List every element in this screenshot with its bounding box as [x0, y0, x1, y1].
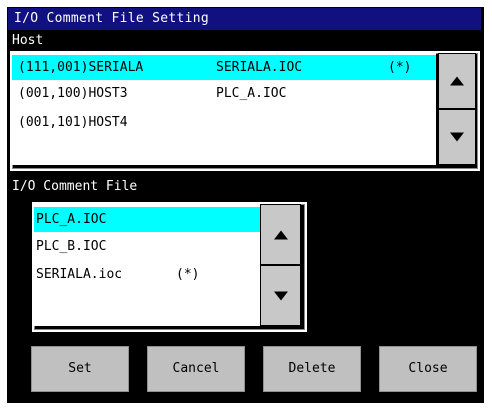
- host-row-address: (111,001)SERIALA: [18, 60, 144, 75]
- host-list: (111,001)SERIALA SERIALA.IOC (*) (001,10…: [10, 51, 480, 171]
- host-row-address: (001,101)HOST4: [18, 115, 128, 130]
- host-scroll-up-button[interactable]: [438, 53, 476, 109]
- arrow-down-icon: [273, 291, 288, 300]
- host-row-file: PLC_A.IOC: [216, 86, 287, 101]
- comment-file-list: PLC_A.IOC PLC_B.IOC SERIALA.ioc (*): [32, 202, 307, 332]
- comment-file-name: SERIALA.ioc: [36, 267, 123, 282]
- comment-file-label: I/O Comment File: [12, 179, 138, 194]
- comment-file-row[interactable]: PLC_A.IOC: [34, 207, 260, 232]
- set-button[interactable]: Set: [31, 346, 129, 392]
- delete-button[interactable]: Delete: [263, 346, 361, 392]
- comment-file-name: PLC_B.IOC: [36, 239, 107, 254]
- close-button[interactable]: Close: [379, 346, 477, 392]
- comment-file-row[interactable]: SERIALA.ioc (*): [34, 262, 260, 287]
- comment-file-list-content: PLC_A.IOC PLC_B.IOC SERIALA.ioc (*): [34, 204, 260, 326]
- arrow-up-icon: [273, 230, 288, 239]
- host-row-file: SERIALA.IOC: [216, 60, 303, 75]
- comment-file-scroll-down-button[interactable]: [260, 265, 301, 326]
- host-scroll-down-button[interactable]: [438, 109, 476, 165]
- cancel-button[interactable]: Cancel: [147, 346, 245, 392]
- dialog-title: I/O Comment File Setting: [8, 8, 481, 30]
- comment-file-mark: (*): [176, 267, 200, 282]
- host-row-mark: (*): [388, 60, 412, 75]
- host-row[interactable]: (111,001)SERIALA SERIALA.IOC (*): [12, 55, 436, 80]
- comment-file-scroll-up-button[interactable]: [260, 204, 301, 265]
- host-list-content: (111,001)SERIALA SERIALA.IOC (*) (001,10…: [12, 53, 436, 165]
- arrow-down-icon: [450, 132, 464, 142]
- host-label: Host: [12, 33, 44, 48]
- dialog-body: Host (111,001)SERIALA SERIALA.IOC (*) (0…: [8, 30, 481, 400]
- host-row[interactable]: (001,100)HOST3 PLC_A.IOC: [12, 81, 436, 106]
- arrow-up-icon: [450, 76, 464, 86]
- comment-file-row[interactable]: PLC_B.IOC: [34, 234, 260, 259]
- host-row[interactable]: (001,101)HOST4: [12, 110, 436, 135]
- comment-file-name: PLC_A.IOC: [36, 212, 107, 227]
- host-row-address: (001,100)HOST3: [18, 86, 128, 101]
